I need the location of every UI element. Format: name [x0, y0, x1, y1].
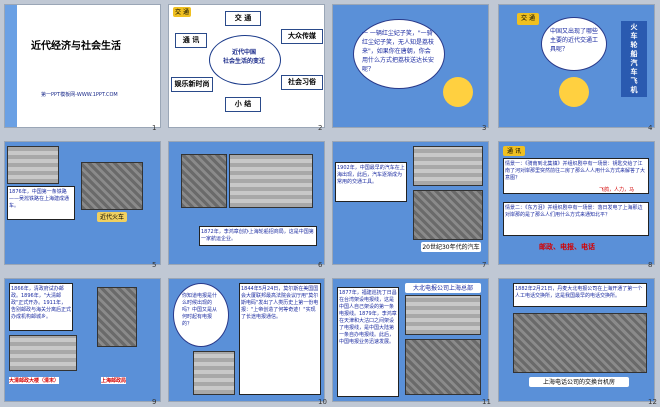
photo-tag: 20世纪30年代的汽车 — [421, 242, 481, 252]
slide-thumbnail-1[interactable]: 近代经济与社会生活 第一PPT模板网-WWW.1PPT.COM — [4, 4, 161, 128]
slide-number: 9 — [152, 398, 157, 406]
transport-list: 火 车 轮 船 汽 车 飞 机 — [621, 21, 647, 97]
photo-locomotive — [81, 162, 143, 210]
slide-thumbnail-8[interactable]: 通 讯 情景一：《骑南到北集镇》并组织剧中有一场景：钥匙交给了江南了河对岸那里突… — [498, 141, 655, 265]
cartoon-figure-icon — [559, 77, 589, 107]
slide-number: 11 — [482, 398, 491, 406]
photo-post-office-building — [9, 335, 77, 371]
photo-railway — [7, 146, 59, 184]
speech-bubble: 一 一辆红尘妃子笑，"一骑红尘妃子笑，无人知是荔枝来"，如果你在唐朝，你会用什么… — [353, 19, 445, 89]
slide-thumbnail-10[interactable]: 你知道电报是什么时候出现的吗？中国又是从何时起有电报的？ 1844年5月24日，… — [168, 278, 325, 402]
slide-number: 5 — [152, 261, 157, 269]
slide-number: 7 — [482, 261, 487, 269]
mindmap-node-custom: 社会习俗 — [281, 75, 323, 90]
photo-telephone-exchange — [513, 313, 647, 373]
photo-post-office-tower — [97, 287, 137, 347]
slide-number: 1 — [152, 124, 157, 132]
slide-thumbnail-12[interactable]: 1882年2月21日，丹麦大北电报公司在上海开通了第一个人工电话交换所，这是我国… — [498, 278, 655, 402]
slide-thumbnail-6[interactable]: 1872年，李鸿章创办上海轮船招商局，这是中国第一家航运企业。 — [168, 141, 325, 265]
scenario-2-text: 情景二：《东方泪》并组织剧中有一场景：落日发电了上海那边对岸那的是了那么人们用什… — [505, 205, 643, 218]
slide-caption: 1902年，中国最早的汽车在上海出现，此后，汽车逐渐成为常用的交通工具。 — [337, 165, 405, 185]
slide-caption: 1882年2月21日，丹麦大北电报公司在上海开通了第一个人工电话交换所，这是我国… — [515, 286, 643, 299]
slide-number: 12 — [648, 398, 657, 406]
slide-number: 10 — [318, 398, 327, 406]
slide-badge: 交 通 — [173, 7, 191, 17]
mindmap-node-transport: 交 通 — [225, 11, 261, 26]
slide-caption: 1876年，中国第一条铁路——吴淞铁路在上海建成通车。 — [9, 189, 70, 209]
mindmap-node-entertain: 娱乐新时尚 — [171, 77, 213, 92]
slide-title: 近代经济与社会生活 — [31, 41, 121, 52]
photo-telegraph-office — [405, 339, 481, 395]
photo-telegraph — [193, 351, 235, 395]
slide-thumbnail-4[interactable]: 交 通 中国又出现了哪些主要的近代交通工具呢？ 火 车 轮 船 汽 车 飞 机 — [498, 4, 655, 128]
cartoon-figure-icon — [443, 77, 473, 107]
photo-tag: 大北电报公司上海总部 — [405, 283, 481, 293]
slide-caption: 1844年5月24日，莫尔斯在美国国会大厦联邦最高法院会议厅用"莫尔斯电码"发出… — [241, 286, 319, 320]
slide-number: 3 — [482, 124, 487, 132]
slide-caption: 1866年，清政府试办邮政。1896年，"大清邮政"正式开办。1911年，告别邮… — [11, 286, 72, 320]
slide-caption: 1877年，福建巡抚丁日昌在台湾架设电报线，这是中国人自己架设的第一条电报线。1… — [339, 290, 397, 345]
slide-thumbnail-2[interactable]: 交 通 近代中国 社会生活的变迁 交 通 大众传媒 通 讯 娱乐新时尚 社会习俗… — [168, 4, 325, 128]
slide-sorter-grid: 近代经济与社会生活 第一PPT模板网-WWW.1PPT.COM 1 交 通 近代… — [0, 0, 660, 407]
slide-number: 4 — [648, 124, 653, 132]
mindmap-node-comm: 通 讯 — [175, 33, 207, 48]
mindmap-center-label: 近代中国 社会生活的变迁 — [223, 49, 266, 65]
photo-telegraph-building — [405, 295, 481, 335]
scenario-2-answer: 邮政、电报、电话 — [539, 243, 595, 251]
slide-thumbnail-5[interactable]: 1876年，中国第一条铁路——吴淞铁路在上海建成通车。 近代火车 — [4, 141, 161, 265]
photo-label-1: 大清邮政大楼（清末） — [9, 377, 60, 384]
slide-caption: 1872年，李鸿章创办上海轮船招商局，这是中国第一家航运企业。 — [201, 229, 314, 242]
mindmap-node-media: 大众传媒 — [281, 29, 323, 44]
mindmap-node-summary: 小 结 — [225, 97, 261, 112]
photo-label-2: 上海邮政局 — [101, 377, 127, 384]
slide-number: 8 — [648, 261, 653, 269]
speech-bubble: 你知道电报是什么时候出现的吗？中国又是从何时起有电报的？ — [173, 283, 229, 347]
slide-thumbnail-7[interactable]: 1902年，中国最早的汽车在上海出现，此后，汽车逐渐成为常用的交通工具。 20世… — [332, 141, 489, 265]
portrait-li-hongzhang — [181, 154, 227, 208]
speech-bubble: 中国又出现了哪些主要的近代交通工具呢？ — [541, 17, 607, 71]
slide-thumbnail-11[interactable]: 1877年，福建巡抚丁日昌在台湾架设电报线，这是中国人自己架设的第一条电报线。1… — [332, 278, 489, 402]
slide-thumbnail-9[interactable]: 1866年，清政府试办邮政。1896年，"大清邮政"正式开办。1911年，告别邮… — [4, 278, 161, 402]
photo-car-2 — [413, 190, 483, 240]
photo-car-1 — [413, 146, 483, 186]
slide-thumbnail-3[interactable]: 一 一辆红尘妃子笑，"一骑红尘妃子笑，无人知是荔枝来"，如果你在唐朝，你会用什么… — [332, 4, 489, 128]
slide-number: 2 — [318, 124, 323, 132]
photo-caption: 上海电话公司的交换台机房 — [529, 377, 629, 387]
slide-badge: 通 讯 — [503, 146, 525, 156]
slide-decor-strip — [5, 5, 17, 127]
scenario-1-text: 情景一：《骑南到北集镇》并组织剧中有一场景：钥匙交给了江南了河对岸那里突然前往二… — [505, 161, 646, 181]
slide-number: 6 — [318, 261, 323, 269]
photo-building — [229, 154, 313, 208]
scenario-1-answer: 飞鸽，人力，马 — [599, 187, 635, 193]
photo-tag: 近代火车 — [97, 212, 127, 222]
slide-subtitle: 第一PPT模板网-WWW.1PPT.COM — [41, 92, 118, 98]
slide-badge: 交 通 — [517, 13, 539, 25]
